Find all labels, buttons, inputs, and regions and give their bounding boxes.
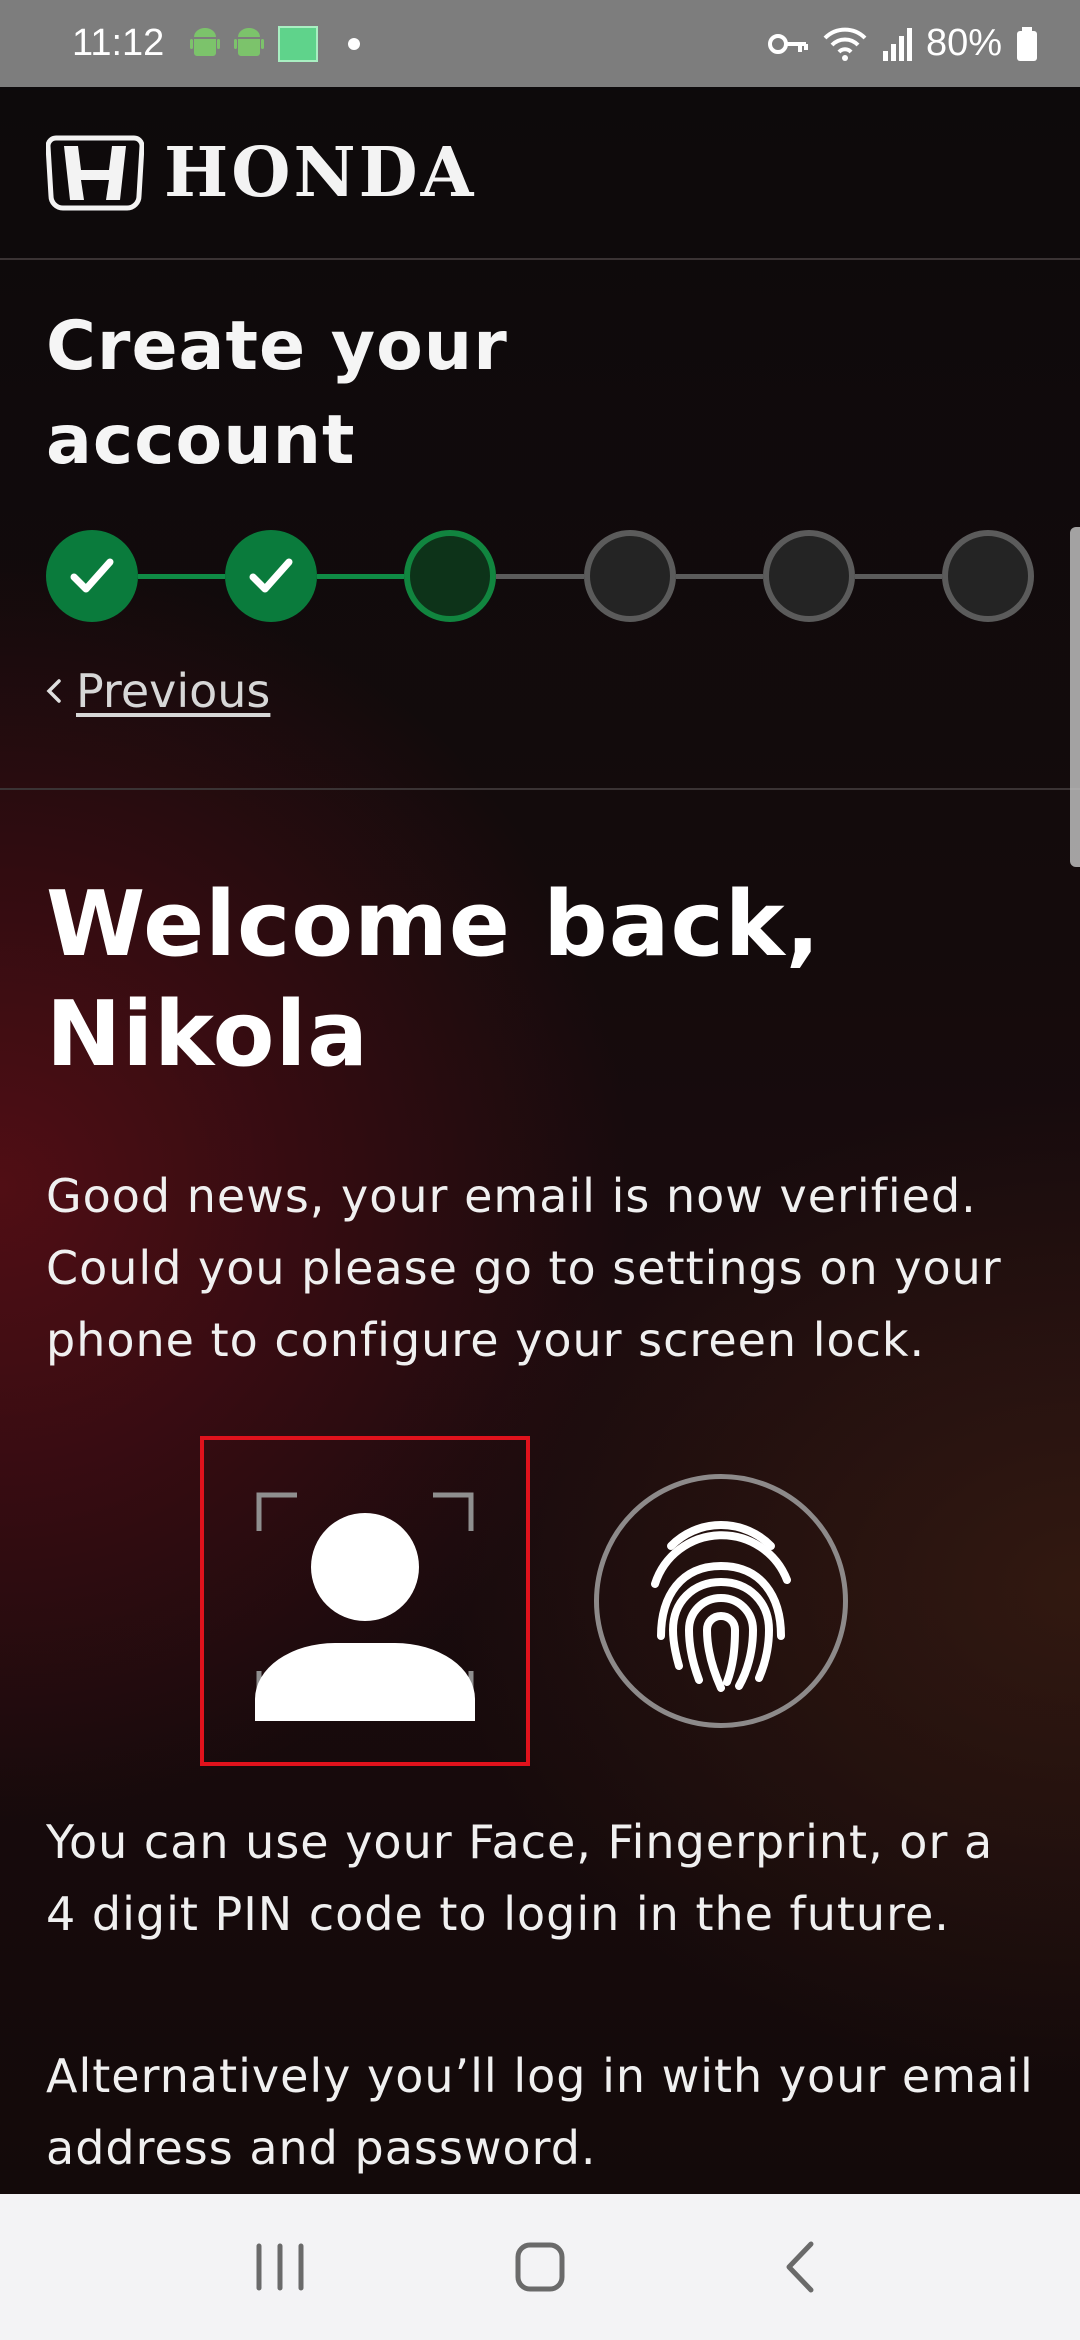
app-header: HONDA [0,87,1080,260]
progress-stepper [46,530,1035,622]
previous-link-label[interactable]: Previous [76,664,270,718]
battery-percent: 80% [925,22,1002,64]
biometric-options [46,1436,1034,1776]
step-4 [583,530,676,622]
step-connector [496,573,584,579]
verified-message: Good news, your email is now verified. C… [46,1169,1002,1367]
alternative-login-info: Alternatively you’ll log in with your em… [46,2049,1034,2175]
chevron-left-icon [46,679,61,703]
home-button[interactable] [495,2222,585,2312]
previous-link[interactable]: Previous [46,664,1034,718]
status-right: 80% [767,22,1038,65]
step-2 [225,530,318,622]
dot-icon [348,37,361,50]
home-icon [515,2242,565,2292]
recents-icon [256,2243,304,2291]
wifi-icon [823,27,867,61]
scrollbar[interactable] [1070,527,1080,867]
signal-icon [882,27,912,61]
step-connector [854,573,943,579]
step-connector [317,573,405,579]
app-grid-icon [278,25,319,62]
welcome-title: Welcome back, Nikola [46,872,821,1087]
key-icon [767,33,808,54]
fingerprint-option[interactable] [594,1474,848,1728]
back-icon [786,2241,814,2293]
system-nav-bar [0,2194,1080,2340]
app-screen: HONDA Create your account Previous Welco… [0,87,1080,2194]
step-1 [46,530,138,622]
step-3 [404,530,497,622]
face-id-option[interactable] [200,1436,530,1766]
battery-icon [1017,26,1037,61]
step-connector [138,573,226,579]
page-title: Create your account [46,307,508,480]
step-5 [762,530,855,622]
android-icon [190,27,221,56]
status-bar: 11:12 80% [0,0,1080,87]
android-icon [234,27,265,56]
welcome-section: Welcome back, Nikola Good news, your ema… [0,790,1080,2184]
honda-h-logo-icon [46,135,144,210]
recents-button[interactable] [235,2222,325,2312]
check-icon [70,558,114,593]
back-button[interactable] [755,2222,845,2312]
face-id-icon [255,1492,475,1721]
check-icon [249,558,293,593]
progress-panel: Create your account Previous [0,260,1080,790]
brand-wordmark: HONDA [164,132,477,213]
status-left: 11:12 [72,22,361,65]
step-connector [675,573,763,579]
honda-logo: HONDA [46,133,476,213]
step-6 [942,530,1035,622]
biometric-info: You can use your Face, Fingerprint, or a… [46,1815,994,1941]
status-time: 11:12 [72,22,165,64]
fingerprint-icon [651,1520,791,1692]
